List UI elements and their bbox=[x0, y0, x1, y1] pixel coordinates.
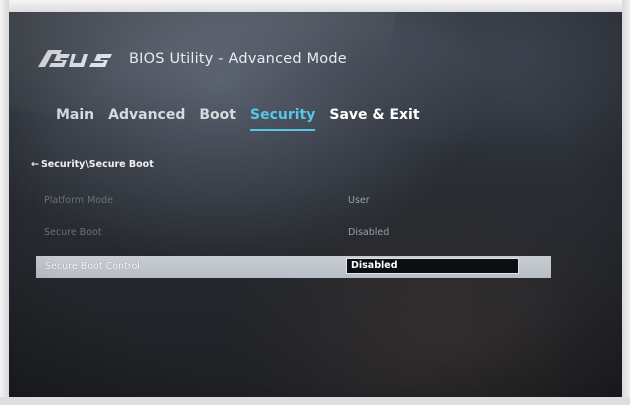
main-tabs: Main Advanced Boot Security Save & Exit bbox=[56, 107, 434, 131]
monitor-bezel-right bbox=[622, 0, 630, 405]
tab-main[interactable]: Main bbox=[56, 107, 94, 123]
tab-security[interactable]: Security bbox=[249, 107, 316, 131]
setting-row-secure-boot: Secure Boot bbox=[44, 227, 102, 238]
tab-boot[interactable]: Boot bbox=[199, 107, 236, 123]
breadcrumb-path: Security\Secure Boot bbox=[40, 159, 154, 170]
monitor-bezel-bottom bbox=[0, 397, 630, 405]
setting-row-platform-mode: Platform Mode bbox=[44, 195, 113, 206]
asus-logo-icon bbox=[38, 50, 112, 67]
tab-save-exit[interactable]: Save & Exit bbox=[329, 107, 419, 123]
setting-value-secure-boot: Disabled bbox=[348, 227, 390, 238]
back-arrow-icon[interactable]: ← bbox=[31, 159, 39, 170]
asus-logo bbox=[36, 46, 114, 70]
setting-label-secure-boot: Secure Boot bbox=[44, 227, 102, 238]
tab-advanced[interactable]: Advanced bbox=[108, 107, 185, 123]
bios-title: BIOS Utility - Advanced Mode bbox=[129, 51, 347, 67]
setting-value-platform-mode: User bbox=[348, 195, 370, 206]
breadcrumb[interactable]: ← Security\Secure Boot bbox=[31, 159, 154, 170]
setting-label-platform-mode: Platform Mode bbox=[44, 195, 113, 206]
bios-screen: BIOS Utility - Advanced Mode Main Advanc… bbox=[9, 12, 622, 397]
monitor-bezel-top bbox=[0, 0, 630, 12]
screen-glare bbox=[9, 12, 400, 161]
monitor-bezel-left bbox=[0, 0, 9, 405]
setting-label-secure-boot-control[interactable]: Secure Boot Control bbox=[45, 261, 140, 272]
secure-boot-control-select[interactable]: Disabled bbox=[346, 258, 519, 274]
